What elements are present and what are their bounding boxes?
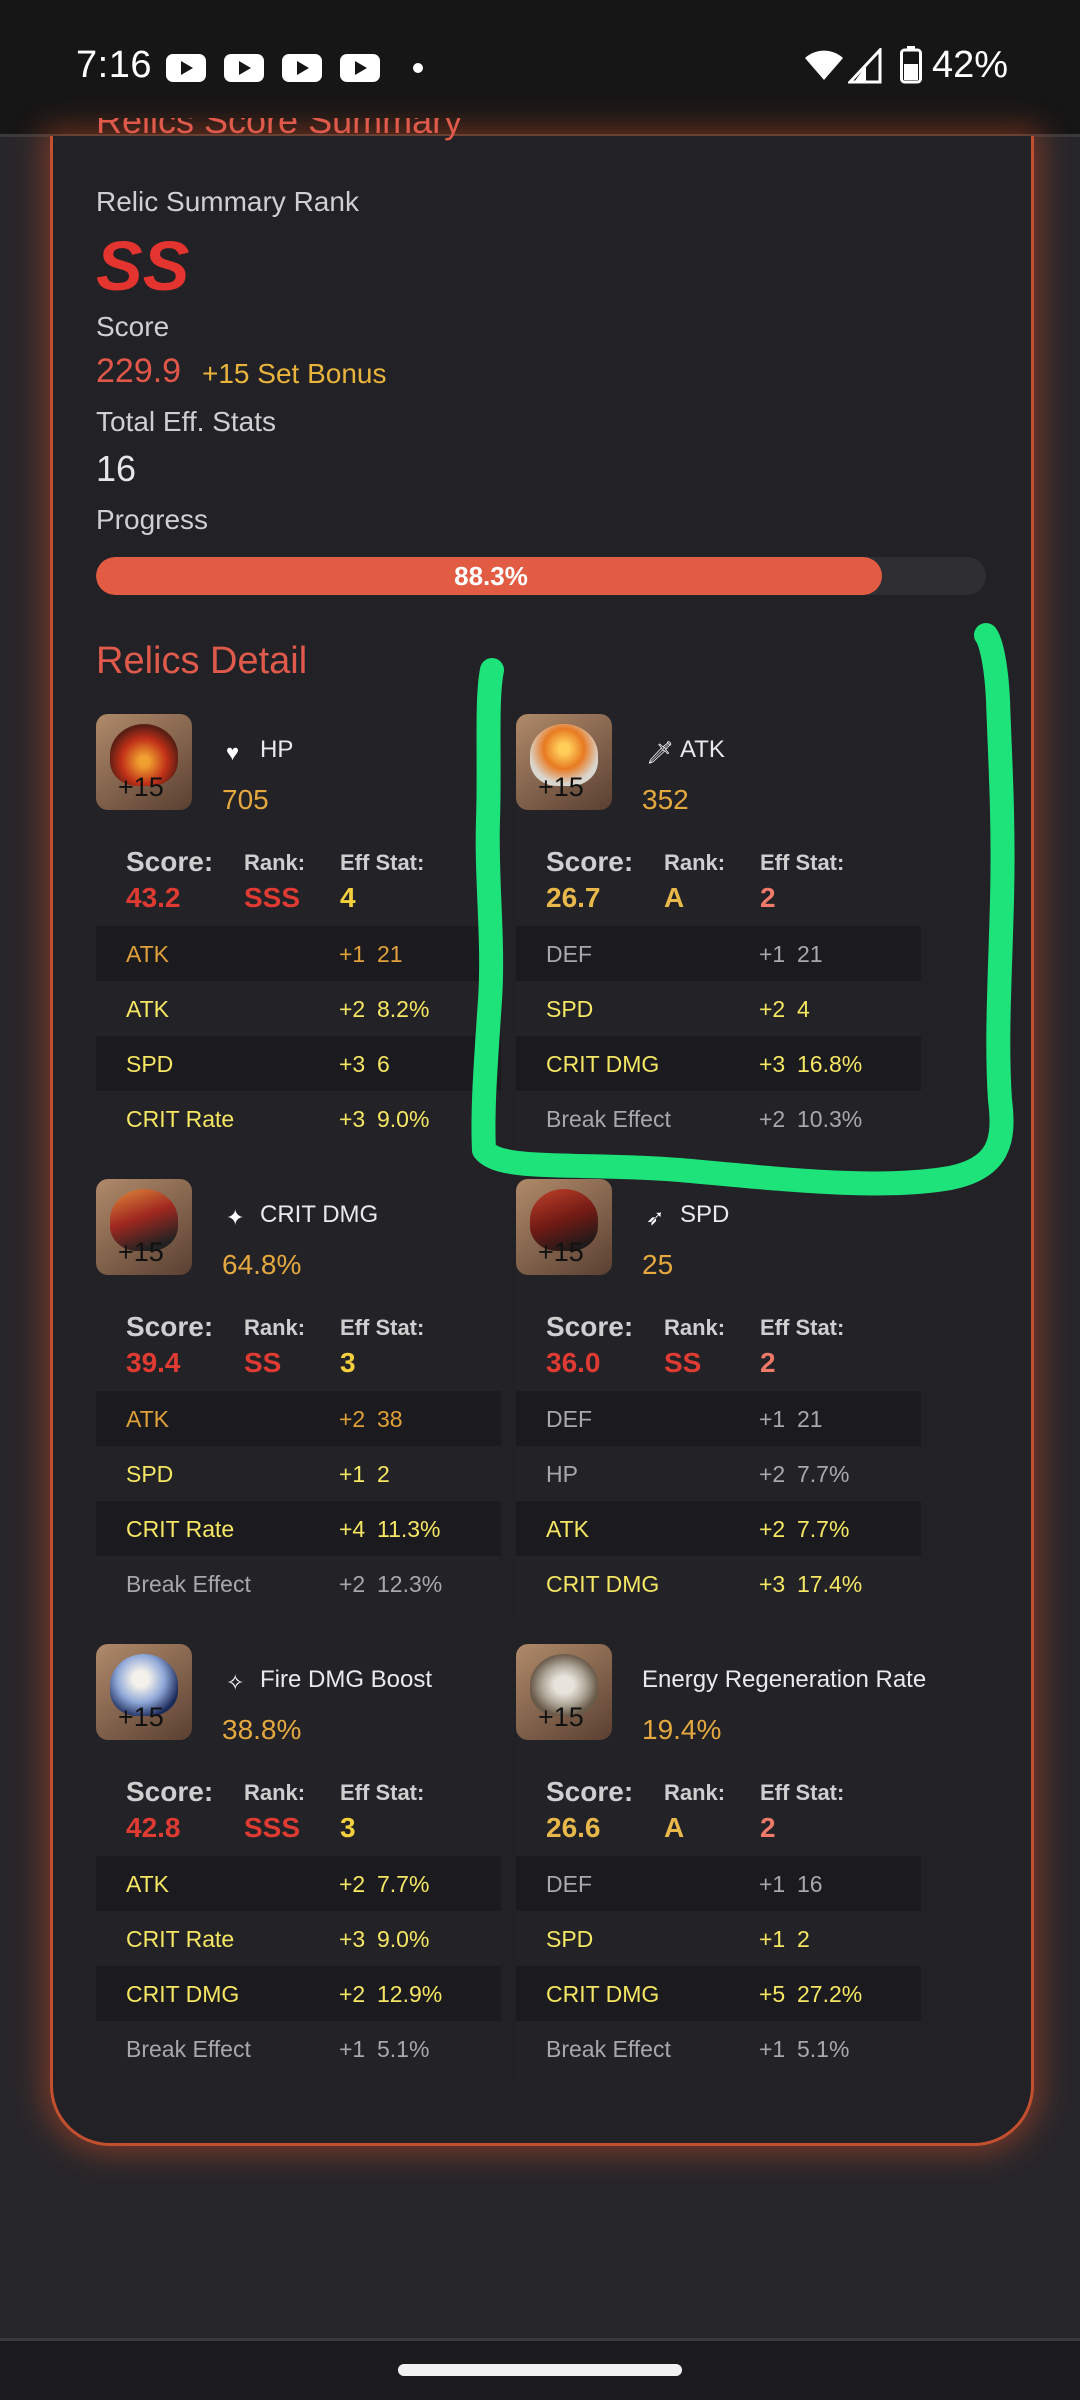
relic-image-head: +15 (96, 714, 192, 810)
relic-eff-stat: 2 (760, 1347, 776, 1378)
relic-score: 36.0 (546, 1347, 601, 1378)
substat-row: Break Effect +2 10.3% (546, 1106, 863, 1132)
battery-icon (900, 46, 922, 84)
youtube-notification-icon (282, 54, 322, 82)
relic-image-hands: +15 (516, 714, 612, 810)
fire-dmg-icon: ✧ (226, 1670, 245, 1695)
main-stat-value: 25 (642, 1249, 674, 1280)
relic-image-feet: +15 (516, 1179, 612, 1275)
youtube-notification-icon (340, 54, 380, 82)
relic-eff-stat: 2 (760, 882, 776, 913)
main-stat-value: 64.8% (222, 1249, 302, 1280)
youtube-notification-icon (224, 54, 264, 82)
relic-card-fire-dmg[interactable]: +15 ✧ Fire DMG Boost 38.8% Score: Rank: … (96, 1644, 501, 2094)
relic-score: 42.8 (126, 1812, 181, 1843)
main-stat-name: HP (260, 736, 294, 763)
substat-row: Break Effect +1 5.1% (546, 2036, 850, 2062)
hp-heart-icon: ♥ (226, 740, 240, 765)
main-stat-value: 352 (642, 784, 689, 815)
relic-card-hp[interactable]: +15 ♥ HP 705 Score: Rank: Eff Stat: 43.2… (96, 714, 501, 1164)
substat-row: DEF +1 21 (516, 926, 921, 981)
relic-card-energy-regen[interactable]: +15 Energy Regeneration Rate 19.4% Score… (516, 1644, 926, 2094)
main-stat-name: ATK (680, 736, 725, 763)
crit-dmg-icon: ✦ (226, 1205, 245, 1230)
navigation-bar (0, 2338, 1080, 2400)
main-stat-name: CRIT DMG (260, 1201, 379, 1228)
relic-eff-stat: 3 (340, 1812, 356, 1843)
set-bonus: +15 Set Bonus (202, 358, 387, 389)
substat-row: Break Effect +2 12.3% (126, 1571, 443, 1597)
substat-row: ATK +1 21 (96, 926, 501, 981)
substat-row: ATK +2 7.7% (516, 1501, 921, 1556)
substat-row: DEF +1 21 (516, 1391, 921, 1446)
substat-row: HP +2 7.7% (546, 1461, 850, 1487)
summary-score: 229.9 (96, 352, 182, 390)
substat-row: ATK +2 7.7% (96, 1856, 501, 1911)
relic-rank: SS (244, 1347, 282, 1378)
wifi-icon (805, 50, 843, 80)
eff-stats-value: 16 (96, 448, 137, 489)
battery-percent: 42% (932, 44, 1009, 86)
substat-row: SPD +1 2 (546, 1926, 810, 1952)
relic-rank: SSS (244, 1812, 301, 1843)
substat-row: SPD +1 2 (126, 1461, 390, 1487)
main-stat-value: 38.8% (222, 1714, 302, 1745)
relic-eff-stat: 2 (760, 1812, 776, 1843)
rank-label: Relic Summary Rank (96, 186, 359, 217)
main-stat-value: 19.4% (642, 1714, 722, 1745)
progress-label: Progress (96, 504, 209, 535)
substat-row: CRIT Rate +3 9.0% (126, 1106, 430, 1132)
relic-image-body: +15 (96, 1179, 192, 1275)
substat-row: ATK +2 38 (96, 1391, 501, 1446)
relic-card-spd[interactable]: +15 ➶ SPD 25 Score: Rank: Eff Stat: 36.0… (516, 1179, 921, 1629)
relic-rank: A (664, 1812, 685, 1843)
progress-text: 88.3% (454, 561, 528, 591)
substat-row: CRIT DMG +3 17.4% (546, 1571, 863, 1597)
atk-sword-icon: 🗡 (646, 740, 674, 765)
main-stat-value: 705 (222, 784, 269, 815)
cell-signal-icon (848, 48, 882, 84)
more-notifications-icon (413, 63, 423, 73)
spd-boot-icon: ➶ (646, 1205, 665, 1230)
relic-score: 43.2 (126, 882, 181, 913)
relic-score: 26.7 (546, 882, 601, 913)
substat-row: DEF +1 16 (516, 1856, 921, 1911)
substat-row: CRIT Rate +4 11.3% (96, 1501, 501, 1556)
substat-row: CRIT DMG +5 27.2% (516, 1966, 921, 2021)
substat-row: ATK +2 8.2% (126, 996, 430, 1022)
relic-score: 39.4 (126, 1347, 181, 1378)
status-bar: 7:16 42% (0, 0, 1080, 137)
relic-rank: SSS (244, 882, 301, 913)
substat-row: CRIT DMG +2 12.9% (96, 1966, 501, 2021)
relic-score: 26.6 (546, 1812, 601, 1843)
main-stat-name: Energy Regeneration Rate (642, 1666, 927, 1693)
relic-eff-stat: 4 (340, 882, 356, 913)
home-gesture-handle[interactable] (398, 2364, 682, 2376)
relic-card-atk[interactable]: +15 🗡 ATK 352 Score: Rank: Eff Stat: 26.… (516, 714, 921, 1164)
main-stat-name: SPD (680, 1201, 730, 1228)
substat-row: SPD +2 4 (546, 996, 810, 1022)
relic-card-crit-dmg[interactable]: +15 ✦ CRIT DMG 64.8% Score: Rank: Eff St… (96, 1179, 501, 1629)
relic-rank: A (664, 882, 685, 913)
status-time: 7:16 (76, 44, 152, 86)
eff-stats-label: Total Eff. Stats (96, 406, 277, 437)
substat-row: SPD +3 6 (96, 1036, 501, 1091)
substat-row: CRIT DMG +3 16.8% (516, 1036, 921, 1091)
relics-detail-title: Relics Detail (96, 640, 308, 682)
youtube-notification-icon (166, 54, 206, 82)
summary-rank: SS (96, 227, 190, 305)
score-label: Score (96, 311, 170, 342)
substat-row: Break Effect +1 5.1% (126, 2036, 430, 2062)
main-stat-name: Fire DMG Boost (260, 1666, 433, 1693)
relic-image-rope: +15 (516, 1644, 612, 1740)
substat-row: CRIT Rate +3 9.0% (126, 1926, 430, 1952)
relic-eff-stat: 3 (340, 1347, 356, 1378)
relic-rank: SS (664, 1347, 702, 1378)
relic-image-sphere: +15 (96, 1644, 192, 1740)
progress-bar: 88.3% (96, 557, 986, 595)
